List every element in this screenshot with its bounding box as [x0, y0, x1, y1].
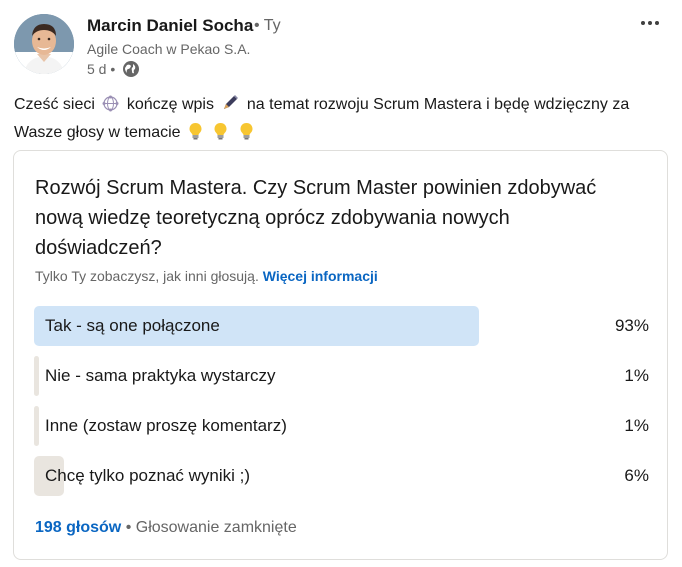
- poll-option-percent: 1%: [624, 416, 649, 435]
- author-name[interactable]: Marcin Daniel Socha: [87, 16, 253, 36]
- poll-result-bar: [34, 356, 39, 396]
- post-time: 5 d •: [87, 61, 116, 77]
- poll-option: Tak - są one połączone 93%: [34, 306, 649, 346]
- more-options-button[interactable]: [638, 14, 662, 32]
- author-headline: Agile Coach w Pekao S.A.: [87, 41, 251, 57]
- votes-count-link[interactable]: 198 głosów: [35, 519, 121, 536]
- more-info-link[interactable]: Więcej informacji: [263, 268, 378, 284]
- poll-option-label: Tak - są one połączone: [45, 316, 220, 335]
- poll-option-label: Chcę tylko poznać wyniki ;): [45, 466, 251, 485]
- connection-degree: • Ty: [254, 17, 281, 34]
- poll-option-percent: 93%: [614, 316, 649, 335]
- network-icon: [102, 95, 119, 120]
- light-bulb-icon: [239, 122, 254, 148]
- poll-option: Nie - sama praktyka wystarczy 1%: [34, 356, 649, 396]
- poll-visibility-text: Tylko Ty zobaczysz, jak inni głosują.: [35, 268, 259, 284]
- post-text: Cześć sieci kończę wpis na temat rozwoju…: [14, 92, 674, 148]
- ellipsis-icon: [641, 21, 659, 25]
- poll-status: • Głosowanie zamknięte: [125, 519, 297, 536]
- post-text-part: Cześć sieci: [14, 96, 95, 113]
- poll-footer: 198 głosów • Głosowanie zamknięte: [35, 519, 297, 537]
- poll-option-label: Nie - sama praktyka wystarczy: [45, 366, 276, 385]
- post-meta: 5 d •: [87, 60, 140, 78]
- poll-result-bar: [34, 406, 39, 446]
- author-avatar[interactable]: [14, 14, 74, 74]
- poll-option-label: Inne (zostaw proszę komentarz): [45, 416, 287, 435]
- poll-option-percent: 6%: [624, 466, 649, 485]
- poll-option: Inne (zostaw proszę komentarz) 1%: [34, 406, 649, 446]
- globe-icon: [122, 60, 140, 78]
- feed-post: Marcin Daniel Socha • Ty Agile Coach w P…: [0, 0, 682, 567]
- poll-card: Rozwój Scrum Mastera. Czy Scrum Master p…: [13, 150, 668, 560]
- poll-question: Rozwój Scrum Mastera. Czy Scrum Master p…: [35, 177, 597, 259]
- post-text-part: kończę wpis: [126, 96, 214, 113]
- pen-icon: [221, 94, 239, 120]
- poll-option-percent: 1%: [624, 366, 649, 385]
- profile-photo-icon: [14, 14, 74, 74]
- poll-visibility-note: Tylko Ty zobaczysz, jak inni głosują. Wi…: [35, 268, 378, 284]
- poll-option: Chcę tylko poznać wyniki ;) 6%: [34, 456, 649, 496]
- light-bulb-icon: [213, 122, 228, 148]
- light-bulb-icon: [188, 122, 203, 148]
